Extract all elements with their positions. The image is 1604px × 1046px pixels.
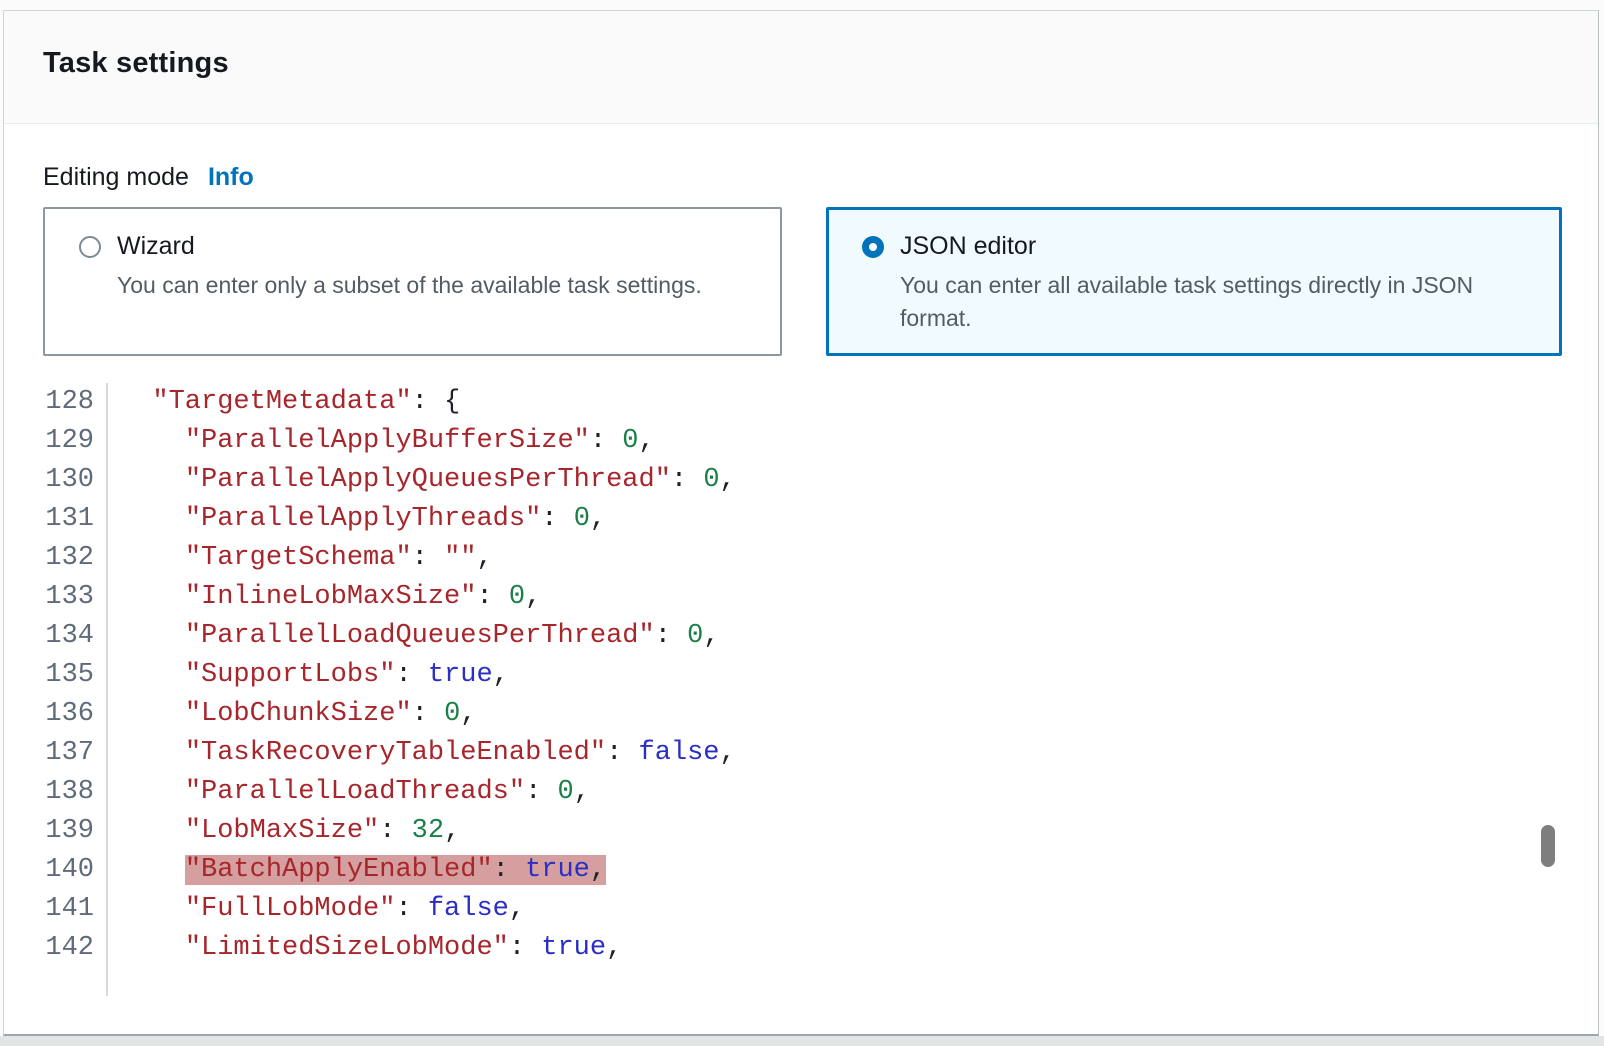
- code-line[interactable]: 134 "ParallelLoadQueuesPerThread": 0,: [4, 617, 1598, 656]
- panel-content: Editing mode Info Wizard You can enter on…: [4, 161, 1598, 996]
- json-editor-radio[interactable]: [862, 236, 884, 258]
- editing-mode-option-wizard[interactable]: Wizard You can enter only a subset of th…: [43, 207, 782, 356]
- line-number: 129: [4, 422, 108, 461]
- line-content: "ParallelApplyBufferSize": 0,: [108, 422, 655, 461]
- line-number: 135: [4, 656, 108, 695]
- json-editor-title-row: JSON editor: [862, 232, 1532, 261]
- line-number: 141: [4, 890, 108, 929]
- line-content: "LimitedSizeLobMode": true,: [108, 929, 622, 968]
- code-line[interactable]: 139 "LobMaxSize": 32,: [4, 812, 1598, 851]
- line-content: "TargetMetadata": {: [108, 383, 460, 422]
- highlighted-code: "BatchApplyEnabled": true,: [185, 855, 606, 885]
- editing-mode-label: Editing mode: [43, 163, 189, 191]
- code-line[interactable]: 130 "ParallelApplyQueuesPerThread": 0,: [4, 461, 1598, 500]
- line-number: 131: [4, 500, 108, 539]
- editing-mode-option-json-editor[interactable]: JSON editor You can enter all available …: [826, 207, 1562, 356]
- line-content: "LobMaxSize": 32,: [108, 812, 460, 851]
- line-content: "InlineLobMaxSize": 0,: [108, 578, 541, 617]
- line-content: "BatchApplyEnabled": true,: [108, 851, 606, 890]
- code-line[interactable]: 133 "InlineLobMaxSize": 0,: [4, 578, 1598, 617]
- task-settings-panel: Task settings Editing mode Info Wizard Yo…: [3, 10, 1599, 1036]
- panel-header: Task settings: [4, 11, 1598, 124]
- wizard-title: Wizard: [117, 232, 195, 261]
- code-line[interactable]: 128 "TargetMetadata": {: [4, 383, 1598, 422]
- wizard-radio[interactable]: [79, 236, 101, 258]
- line-number: 130: [4, 461, 108, 500]
- editing-mode-options: Wizard You can enter only a subset of th…: [43, 207, 1598, 356]
- line-number: 137: [4, 734, 108, 773]
- line-content: "FullLobMode": false,: [108, 890, 525, 929]
- editing-mode-label-row: Editing mode Info: [43, 161, 1598, 194]
- line-number: 139: [4, 812, 108, 851]
- code-line-stub: [4, 968, 1598, 996]
- code-line[interactable]: 131 "ParallelApplyThreads": 0,: [4, 500, 1598, 539]
- json-editor-title: JSON editor: [900, 232, 1036, 261]
- line-content: "ParallelApplyThreads": 0,: [108, 500, 606, 539]
- line-number: 133: [4, 578, 108, 617]
- line-content: "ParallelLoadQueuesPerThread": 0,: [108, 617, 720, 656]
- json-editor-description: You can enter all available task setting…: [900, 269, 1532, 335]
- page-title: Task settings: [43, 47, 1598, 80]
- code-line[interactable]: 141 "FullLobMode": false,: [4, 890, 1598, 929]
- window-bottom-edge: [0, 1036, 1604, 1046]
- line-content: "ParallelApplyQueuesPerThread": 0,: [108, 461, 736, 500]
- code-line[interactable]: 135 "SupportLobs": true,: [4, 656, 1598, 695]
- scrollbar-thumb[interactable]: [1541, 825, 1555, 867]
- wizard-description: You can enter only a subset of the avail…: [117, 269, 752, 302]
- line-number: 128: [4, 383, 108, 422]
- code-line[interactable]: 137 "TaskRecoveryTableEnabled": false,: [4, 734, 1598, 773]
- code-line[interactable]: 138 "ParallelLoadThreads": 0,: [4, 773, 1598, 812]
- code-line[interactable]: 132 "TargetSchema": "",: [4, 539, 1598, 578]
- line-number: 132: [4, 539, 108, 578]
- info-link[interactable]: Info: [208, 163, 254, 191]
- json-code-editor[interactable]: 128 "TargetMetadata": {129 "ParallelAppl…: [4, 383, 1598, 996]
- line-content: "TaskRecoveryTableEnabled": false,: [108, 734, 736, 773]
- line-content: "SupportLobs": true,: [108, 656, 509, 695]
- line-content: "TargetSchema": "",: [108, 539, 493, 578]
- line-content: "ParallelLoadThreads": 0,: [108, 773, 590, 812]
- code-line[interactable]: 129 "ParallelApplyBufferSize": 0,: [4, 422, 1598, 461]
- code-line[interactable]: 142 "LimitedSizeLobMode": true,: [4, 929, 1598, 968]
- line-number: 138: [4, 773, 108, 812]
- code-lines: 128 "TargetMetadata": {129 "ParallelAppl…: [4, 383, 1598, 996]
- line-number: 136: [4, 695, 108, 734]
- code-line[interactable]: 136 "LobChunkSize": 0,: [4, 695, 1598, 734]
- line-number: 134: [4, 617, 108, 656]
- code-line[interactable]: 140 "BatchApplyEnabled": true,: [4, 851, 1598, 890]
- wizard-title-row: Wizard: [79, 232, 752, 261]
- line-content: "LobChunkSize": 0,: [108, 695, 476, 734]
- line-number: 142: [4, 929, 108, 968]
- line-number: 140: [4, 851, 108, 890]
